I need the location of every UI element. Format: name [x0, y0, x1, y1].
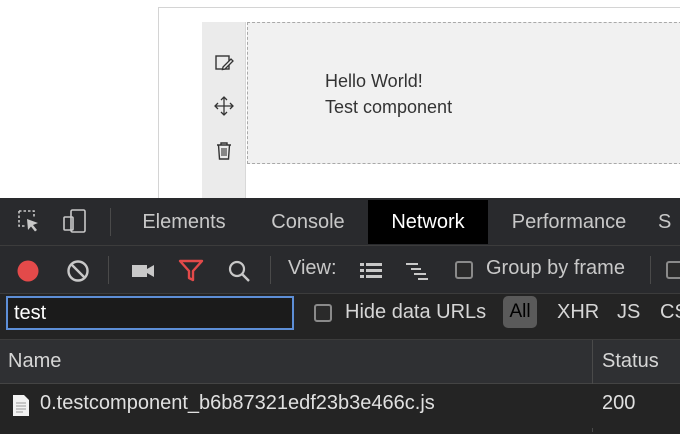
- filter-input[interactable]: [6, 296, 294, 330]
- hide-data-urls-label: Hide data URLs: [345, 301, 487, 323]
- type-filter-js[interactable]: JS: [617, 301, 640, 324]
- hide-data-urls-checkbox[interactable]: [314, 304, 332, 322]
- delete-icon[interactable]: [212, 139, 236, 163]
- group-by-frame-label: Group by frame: [486, 257, 625, 279]
- request-name: 0.testcomponent_b6b87321edf23b3e466c.js: [40, 392, 435, 414]
- network-toolbar: View: Group by frame: [0, 246, 680, 294]
- toolbar-separator: [108, 256, 109, 284]
- requests-table-header: Name Status: [0, 340, 680, 384]
- device-toolbar-icon[interactable]: [62, 208, 88, 234]
- search-icon[interactable]: [226, 258, 252, 284]
- filter-bar: Hide data URLs All XHR JS CS: [0, 294, 680, 340]
- column-name[interactable]: Name: [8, 350, 61, 373]
- type-filter-xhr[interactable]: XHR: [557, 301, 599, 324]
- devtools-tabbar: Elements Console Network Performance S: [0, 198, 680, 246]
- tab-performance[interactable]: Performance: [497, 200, 641, 244]
- component-preview[interactable]: [247, 22, 680, 164]
- table-row[interactable]: 0.testcomponent_b6b87321edf23b3e466c.js …: [0, 384, 680, 428]
- large-rows-icon[interactable]: [358, 258, 384, 284]
- group-by-frame-checkbox[interactable]: [455, 261, 473, 279]
- column-status[interactable]: Status: [602, 350, 659, 373]
- request-status: 200: [602, 392, 636, 414]
- tabbar-separator: [110, 208, 111, 236]
- inspect-element-icon[interactable]: [16, 208, 42, 234]
- web-page: Hello World! Test component: [0, 0, 680, 207]
- component-text-line2: Test component: [325, 97, 453, 117]
- type-filter-css[interactable]: CS: [660, 301, 680, 324]
- preserve-log-checkbox[interactable]: [666, 261, 680, 279]
- view-label: View:: [288, 257, 337, 279]
- toolbar-separator-2: [270, 256, 271, 284]
- filter-icon[interactable]: [178, 258, 204, 284]
- clear-icon[interactable]: [65, 258, 91, 284]
- type-filter-all[interactable]: All: [503, 296, 537, 328]
- waterfall-overview-icon[interactable]: [404, 258, 430, 284]
- file-icon: [12, 394, 30, 417]
- screenshot-capture-icon[interactable]: [130, 258, 156, 284]
- devtools-panel: Elements Console Network Performance S V…: [0, 198, 680, 434]
- toolbar-separator-3: [650, 256, 651, 284]
- tab-elements[interactable]: Elements: [128, 200, 240, 244]
- tab-network[interactable]: Network: [368, 200, 488, 244]
- tab-sources[interactable]: S: [658, 200, 680, 244]
- tab-console[interactable]: Console: [256, 200, 360, 244]
- edit-icon[interactable]: [212, 51, 236, 75]
- move-icon[interactable]: [212, 94, 236, 118]
- component-text-line1: Hello World!: [325, 71, 423, 91]
- record-icon[interactable]: [15, 258, 41, 284]
